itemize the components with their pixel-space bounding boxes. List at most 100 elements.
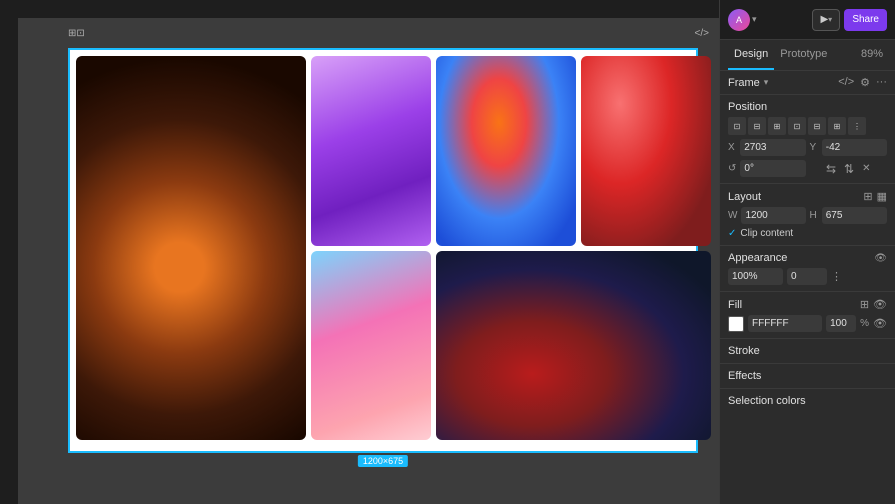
size-inputs: W H bbox=[728, 207, 887, 224]
play-icon: ▶ bbox=[820, 14, 828, 25]
image-2 bbox=[311, 56, 431, 246]
fill-section: Fill ⊞ 👁 % 👁 bbox=[720, 292, 895, 339]
tab-design[interactable]: Design bbox=[728, 40, 774, 70]
frame-icons: </> ⚙ ··· bbox=[838, 76, 887, 89]
align-right-icon[interactable]: ⊞ bbox=[768, 117, 786, 135]
layout-cols-icon[interactable]: ▦ bbox=[877, 190, 887, 203]
height-input[interactable] bbox=[822, 207, 887, 224]
fill-hex-input[interactable] bbox=[748, 315, 822, 332]
eye-fill-2-icon[interactable]: 👁 bbox=[873, 317, 887, 330]
fill-row: % 👁 bbox=[728, 315, 887, 332]
w-label: W bbox=[728, 210, 737, 221]
canvas-area[interactable]: ⊞⊡ </> 1200×675 bbox=[0, 0, 719, 504]
layout-icons: ⊞ ▦ bbox=[863, 190, 887, 203]
position-section: Position ⊡ ⊟ ⊞ ⊡ ⊟ ⊞ ⋮ X Y ↺ bbox=[720, 95, 895, 184]
fill-grid-icon[interactable]: ⊞ bbox=[860, 298, 869, 311]
code-icon: </> bbox=[695, 28, 709, 39]
layout-grid-icon[interactable]: ⊞ bbox=[863, 190, 872, 203]
rotation-input[interactable] bbox=[740, 160, 805, 177]
image-4 bbox=[581, 56, 711, 246]
panel-header: A ▾ ▶ ▾ Share bbox=[720, 0, 895, 40]
layout-header: Layout ⊞ ▦ bbox=[728, 190, 887, 203]
flip-h-icon[interactable]: ⇆ bbox=[826, 162, 836, 176]
position-title: Position bbox=[728, 101, 767, 113]
rotation-row: ↺ ⇆ ⇅ ✕ bbox=[728, 160, 887, 177]
y-label: Y bbox=[810, 142, 818, 153]
frame-icon: ⊞⊡ bbox=[68, 28, 85, 39]
check-icon: ✓ bbox=[728, 228, 736, 239]
fill-color-swatch[interactable] bbox=[728, 316, 744, 332]
right-panel: A ▾ ▶ ▾ Share Design Prototype 89% Frame… bbox=[719, 0, 895, 504]
avatar-chevron: ▾ bbox=[752, 14, 757, 25]
appearance-inputs: ⋮ bbox=[728, 268, 887, 285]
fill-icons: ⊞ 👁 bbox=[860, 298, 887, 311]
play-button[interactable]: ▶ ▾ bbox=[812, 9, 840, 31]
align-bottom-icon[interactable]: ⊞ bbox=[828, 117, 846, 135]
avatar[interactable]: A bbox=[728, 9, 750, 31]
frame-chevron: ▾ bbox=[764, 77, 769, 88]
blur-input[interactable] bbox=[787, 268, 827, 285]
align-icons: ⊡ ⊟ ⊞ ⊡ ⊟ ⊞ ⋮ bbox=[728, 117, 887, 135]
width-prop: W bbox=[728, 207, 806, 224]
align-left-icon[interactable]: ⊡ bbox=[728, 117, 746, 135]
appearance-header: Appearance 👁 bbox=[728, 252, 887, 264]
effects-title: Effects bbox=[728, 370, 761, 382]
frame-right-label: </> bbox=[695, 28, 709, 39]
x-label: X bbox=[728, 142, 736, 153]
opacity-input[interactable] bbox=[728, 268, 783, 285]
x-input[interactable] bbox=[740, 139, 805, 156]
rotation-prop: ↺ bbox=[728, 160, 806, 177]
align-center-v-icon[interactable]: ⊟ bbox=[808, 117, 826, 135]
design-frame: 1200×675 bbox=[68, 48, 698, 453]
code-view-icon[interactable]: </> bbox=[838, 76, 854, 89]
image-grid bbox=[70, 50, 696, 451]
frame-label: Frame bbox=[728, 77, 760, 89]
tab-prototype[interactable]: Prototype bbox=[774, 40, 833, 70]
h-label: H bbox=[810, 210, 818, 221]
selection-colors-section: Selection colors bbox=[720, 389, 895, 413]
position-inputs: X Y bbox=[728, 139, 887, 156]
image-3 bbox=[436, 56, 576, 246]
avatar-initials: A bbox=[736, 15, 742, 25]
frame-top-label: ⊞⊡ bbox=[68, 28, 85, 39]
flip-v-icon[interactable]: ⇅ bbox=[844, 162, 854, 176]
eye-fill-icon[interactable]: 👁 bbox=[873, 298, 887, 311]
settings-icon[interactable]: ⚙ bbox=[860, 76, 870, 89]
y-prop: Y bbox=[810, 139, 888, 156]
more-icon[interactable]: ··· bbox=[876, 76, 887, 89]
frame-title: Frame ▾ bbox=[728, 77, 768, 89]
tab-bar: Design Prototype 89% bbox=[720, 40, 895, 71]
fill-title: Fill bbox=[728, 299, 742, 311]
image-1 bbox=[76, 56, 306, 440]
x-prop: X bbox=[728, 139, 806, 156]
image-6 bbox=[311, 251, 431, 441]
height-prop: H bbox=[810, 207, 888, 224]
effects-section: Effects bbox=[720, 364, 895, 389]
frame-row: Frame ▾ </> ⚙ ··· bbox=[720, 71, 895, 95]
stroke-section: Stroke bbox=[720, 339, 895, 364]
width-input[interactable] bbox=[741, 207, 805, 224]
dimension-badge: 1200×675 bbox=[358, 455, 408, 467]
distribute-icon[interactable]: ⋮ bbox=[848, 117, 866, 135]
close-icon[interactable]: ✕ bbox=[862, 163, 870, 174]
fill-header: Fill ⊞ 👁 bbox=[728, 298, 887, 311]
zoom-level: 89% bbox=[857, 40, 887, 70]
flip-prop: ⇆ ⇅ ✕ bbox=[810, 160, 888, 177]
align-center-h-icon[interactable]: ⊟ bbox=[748, 117, 766, 135]
avatar-section[interactable]: A ▾ bbox=[728, 9, 757, 31]
layout-title: Layout bbox=[728, 191, 761, 203]
more-appearance-icon[interactable]: ⋮ bbox=[831, 270, 842, 283]
y-input[interactable] bbox=[822, 139, 887, 156]
fill-opacity-input[interactable] bbox=[826, 315, 856, 332]
align-top-icon[interactable]: ⊡ bbox=[788, 117, 806, 135]
eye-icon[interactable]: 👁 bbox=[874, 253, 887, 264]
clip-content-row: ✓ Clip content bbox=[728, 228, 887, 239]
canvas-content[interactable]: ⊞⊡ </> 1200×675 bbox=[18, 18, 719, 504]
share-button[interactable]: Share bbox=[844, 9, 887, 31]
left-ruler bbox=[0, 18, 18, 504]
appearance-section: Appearance 👁 ⋮ bbox=[720, 246, 895, 292]
rotation-icon: ↺ bbox=[728, 163, 736, 174]
play-chevron: ▾ bbox=[828, 15, 832, 24]
percent-label: % bbox=[860, 318, 869, 329]
selection-colors-title: Selection colors bbox=[728, 395, 806, 407]
